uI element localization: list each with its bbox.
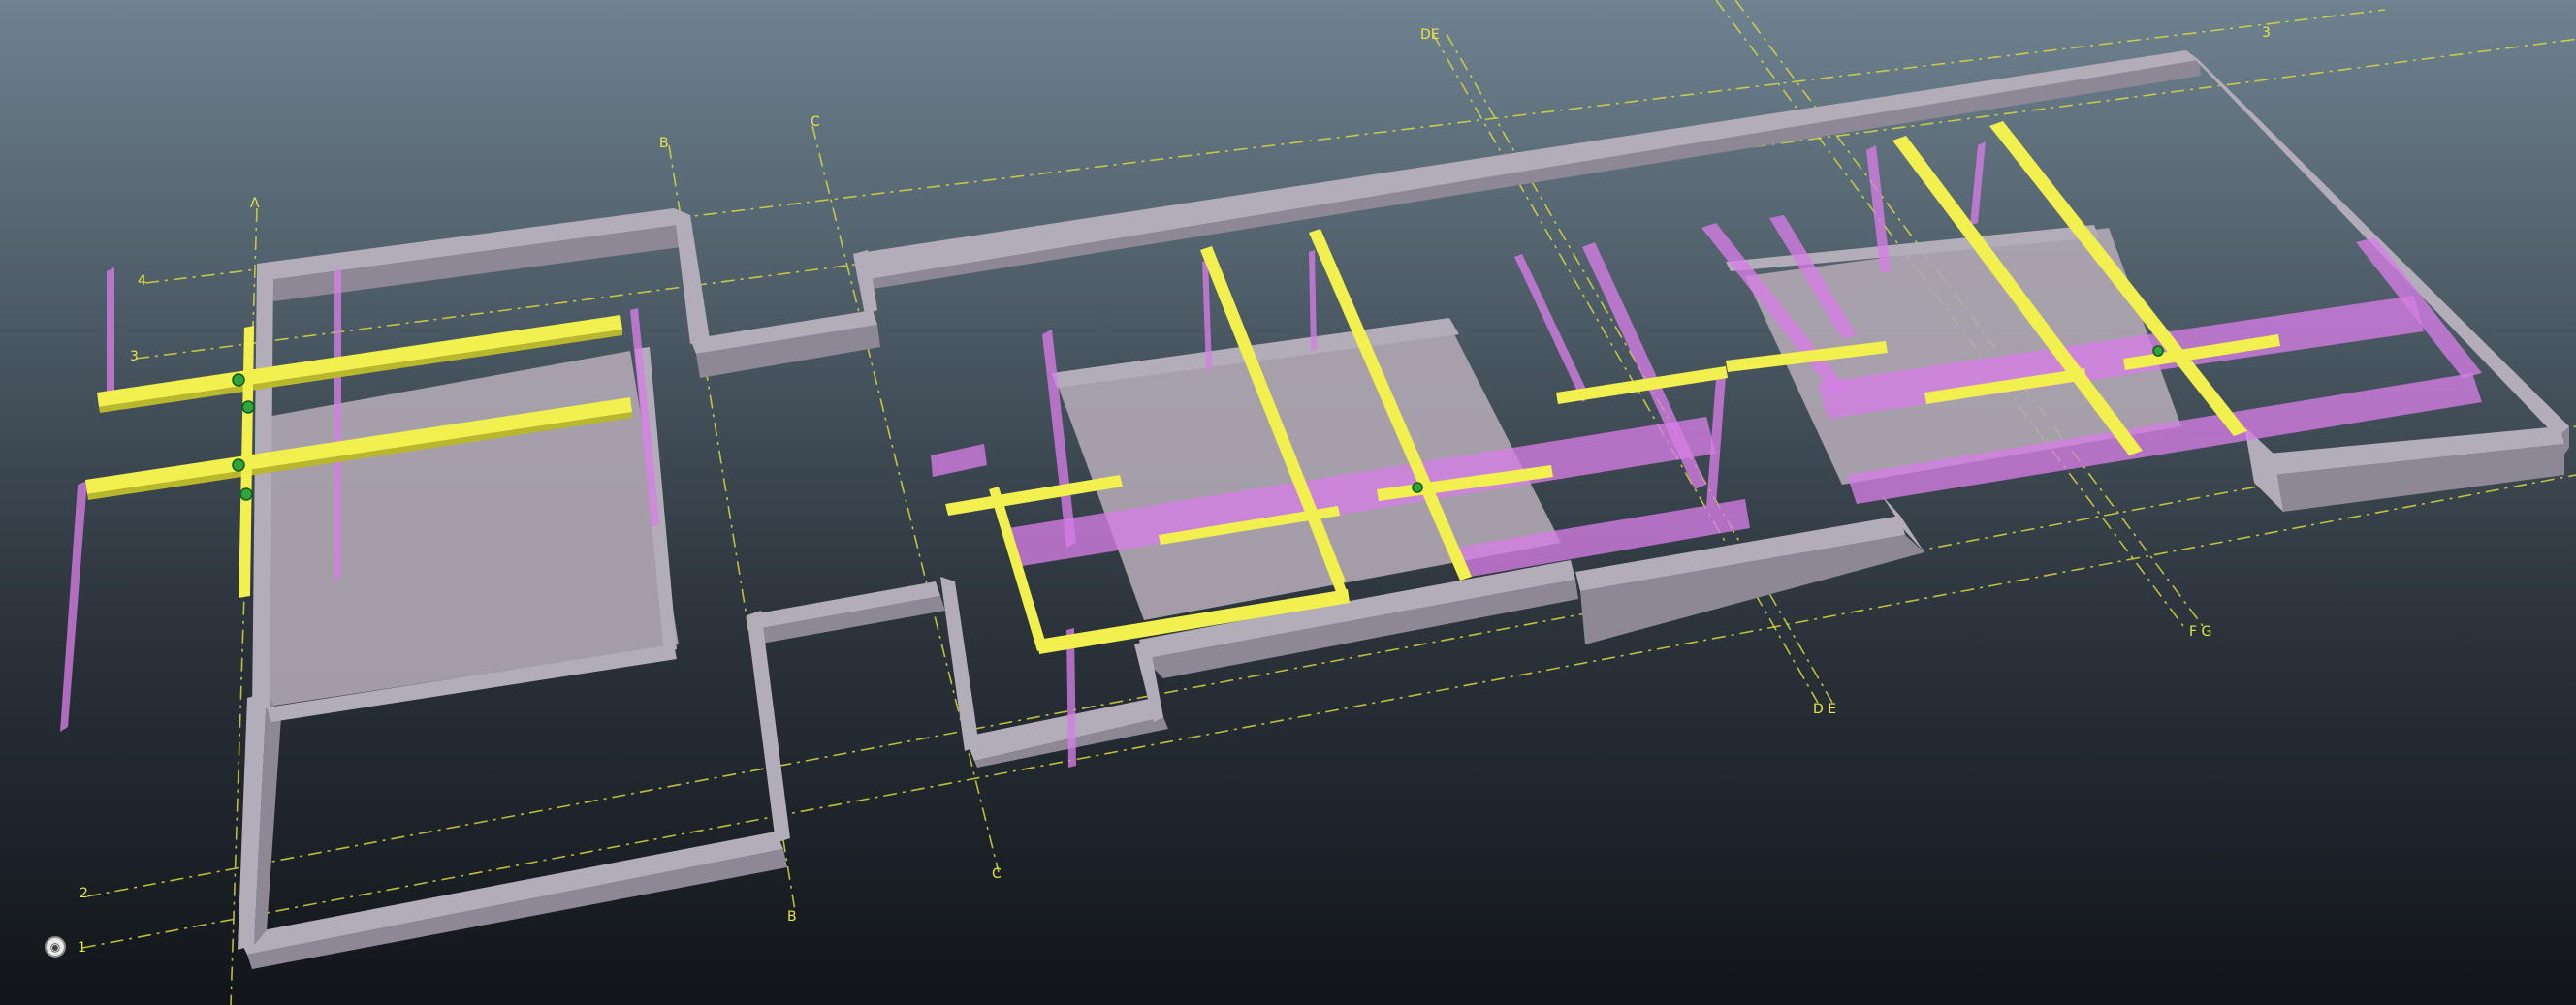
wall-bottom-left-face xyxy=(247,849,787,969)
grid-label-A: A xyxy=(250,196,260,211)
grid-label-FG-bottom: F G xyxy=(2189,624,2211,640)
grid-label-3-right: 3 xyxy=(2262,25,2271,41)
node-2 xyxy=(241,400,255,414)
node-1 xyxy=(232,373,245,387)
model-scene[interactable]: A B B C C DE D E F G 1 2 3 3 4 xyxy=(0,0,2576,1005)
camera-icon: ◉ xyxy=(49,940,61,954)
grid-label-B: B xyxy=(659,136,669,151)
node-3 xyxy=(232,458,245,472)
duct-vertical-left-1 xyxy=(107,267,114,402)
duct-riser-2 xyxy=(1514,254,1590,402)
grid-label-B-bottom: B xyxy=(787,909,797,925)
grid-label-3-left: 3 xyxy=(130,349,139,364)
duct-vertical-left-3 xyxy=(60,481,87,732)
grid-label-DE-bottom: D E xyxy=(1813,702,1836,717)
grid-label-C: C xyxy=(811,114,820,130)
duct-riser-9 xyxy=(1309,250,1317,351)
grid-label-C-bottom: C xyxy=(992,866,1002,882)
duct-vertical-left-2 xyxy=(334,269,341,580)
wall-bottom-left xyxy=(238,832,783,955)
duct-riser-1 xyxy=(1042,330,1076,548)
3d-viewport[interactable]: A B B C C DE D E F G 1 2 3 3 4 ◉ xyxy=(0,0,2576,1005)
node-5 xyxy=(1412,482,1423,493)
beam-frame-2 xyxy=(989,487,1047,651)
beam-frame-1 xyxy=(945,475,1123,516)
grid-label-1: 1 xyxy=(78,940,86,956)
grid-label-DE-top: DE xyxy=(1420,27,1440,43)
wall-room-right xyxy=(674,208,710,344)
camera-view-button[interactable]: ◉ xyxy=(45,936,66,958)
node-4 xyxy=(239,487,253,501)
wall-b-vertical xyxy=(747,611,790,843)
duct-stub-mid xyxy=(931,444,987,477)
duct-riser-7 xyxy=(1970,141,1986,225)
node-6 xyxy=(2152,345,2164,357)
grid-label-2: 2 xyxy=(80,886,88,901)
grid-label-4: 4 xyxy=(138,273,146,289)
